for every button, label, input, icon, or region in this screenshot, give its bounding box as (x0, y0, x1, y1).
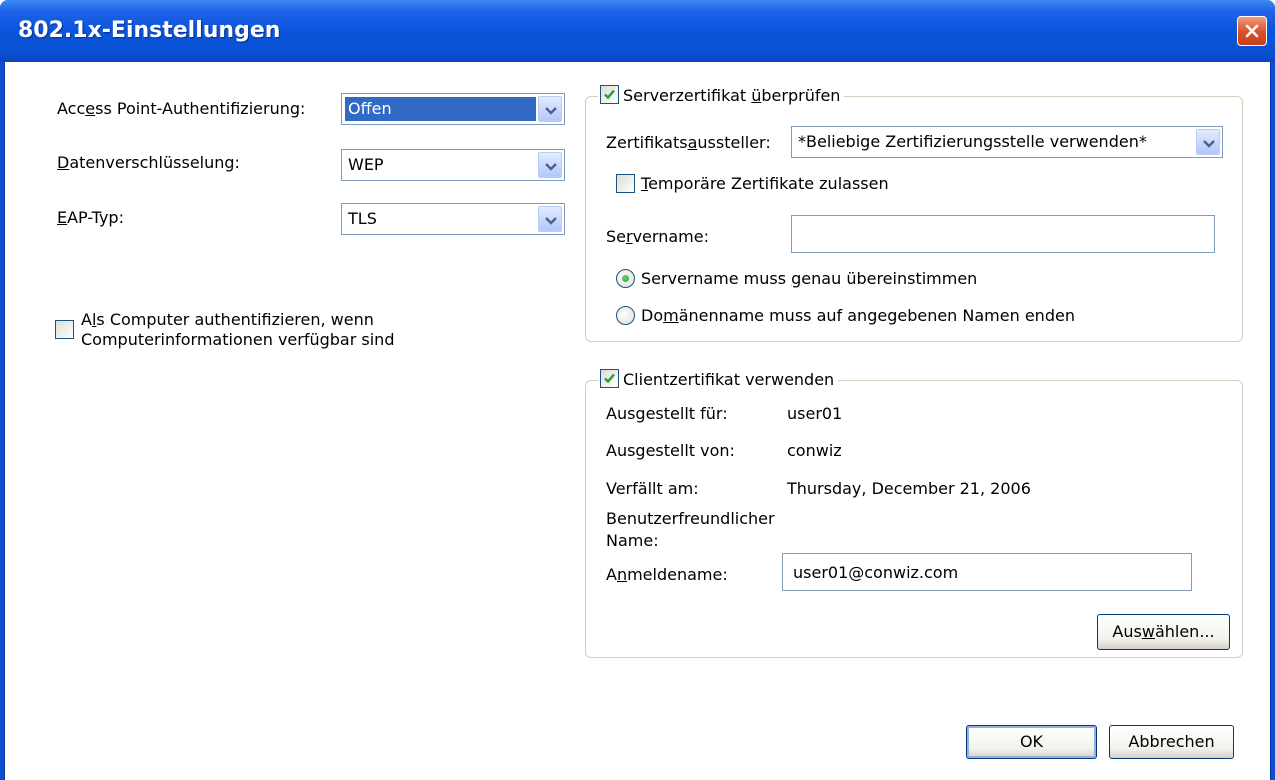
servername-input[interactable] (791, 215, 1215, 253)
friendly-name-label: Benutzerfreundlicher Name: (606, 509, 775, 550)
ap-auth-dropdown-button[interactable] (538, 96, 562, 122)
radio-selected-dot (622, 275, 629, 282)
ap-auth-value: Offen (345, 97, 536, 121)
ap-auth-select[interactable]: Offen (341, 93, 565, 125)
dialog-window: 802.1x-Einstellungen Access Point-Authen… (0, 0, 1275, 780)
dialog-client-area: Access Point-Authentifizierung: Offen Da… (4, 62, 1271, 780)
temp-certs-checkbox[interactable] (616, 174, 635, 193)
ap-auth-label: Access Point-Authentifizierung: (57, 99, 306, 118)
computer-auth-checkbox[interactable] (55, 320, 74, 339)
window-title: 802.1x-Einstellungen (18, 18, 281, 43)
computer-auth-label[interactable]: Als Computer authentifizieren, wenn Comp… (81, 310, 394, 350)
chevron-down-icon (545, 107, 557, 115)
close-icon (1245, 24, 1259, 38)
expires-value: Thursday, December 21, 2006 (787, 479, 1031, 498)
temp-certs-label[interactable]: Temporäre Zertifikate zulassen (641, 174, 889, 193)
issued-to-label: Ausgestellt für: (606, 404, 728, 423)
servername-label: Servername: (606, 227, 709, 246)
encryption-label: Datenverschlüsselung: (57, 153, 240, 172)
server-certificate-legend[interactable]: Serverzertifikat überprüfen (598, 85, 845, 105)
radio-domain-suffix-label[interactable]: Domänenname muss auf angegebenen Namen e… (641, 306, 1075, 325)
login-name-label: Anmeldename: (606, 565, 728, 584)
expires-label: Verfällt am: (606, 479, 699, 498)
radio-domain-suffix[interactable] (616, 306, 635, 325)
chevron-down-icon (545, 163, 557, 171)
chevron-down-icon (1203, 140, 1215, 148)
radio-exact-match-label[interactable]: Servername muss genau übereinstimmen (641, 269, 977, 288)
encryption-value: WEP (348, 155, 384, 174)
issuer-dropdown-button[interactable] (1196, 129, 1220, 155)
encryption-dropdown-button[interactable] (538, 152, 562, 178)
eap-type-select[interactable]: TLS (341, 203, 565, 235)
chevron-down-icon (545, 217, 557, 225)
ok-button[interactable]: OK (966, 725, 1097, 759)
radio-exact-match[interactable] (616, 269, 635, 288)
eap-type-value: TLS (348, 209, 377, 228)
close-button[interactable] (1237, 16, 1267, 46)
checkmark-icon (604, 373, 615, 384)
issued-by-value: conwiz (787, 441, 842, 460)
issued-to-value: user01 (787, 404, 843, 423)
issuer-select[interactable]: *Beliebige Zertifizierungsstelle verwend… (791, 126, 1223, 158)
title-bar[interactable]: 802.1x-Einstellungen (0, 0, 1275, 62)
cancel-button[interactable]: Abbrechen (1109, 725, 1234, 759)
issuer-value: *Beliebige Zertifizierungsstelle verwend… (798, 132, 1147, 151)
encryption-select[interactable]: WEP (341, 149, 565, 181)
login-name-input[interactable] (782, 553, 1192, 591)
login-name-field[interactable] (783, 554, 1191, 590)
select-certificate-button[interactable]: Auswählen... (1097, 614, 1230, 650)
servername-field[interactable] (792, 216, 1214, 252)
checkmark-icon (604, 89, 615, 100)
verify-server-cert-checkbox[interactable] (600, 85, 619, 104)
eap-type-label: EAP-Typ: (57, 208, 124, 227)
eap-type-dropdown-button[interactable] (538, 206, 562, 232)
client-certificate-legend[interactable]: Clientzertifikat verwenden (598, 369, 839, 389)
use-client-cert-checkbox[interactable] (600, 369, 619, 388)
issuer-label: Zertifikatsaussteller: (606, 133, 771, 152)
issued-by-label: Ausgestellt von: (606, 441, 735, 460)
